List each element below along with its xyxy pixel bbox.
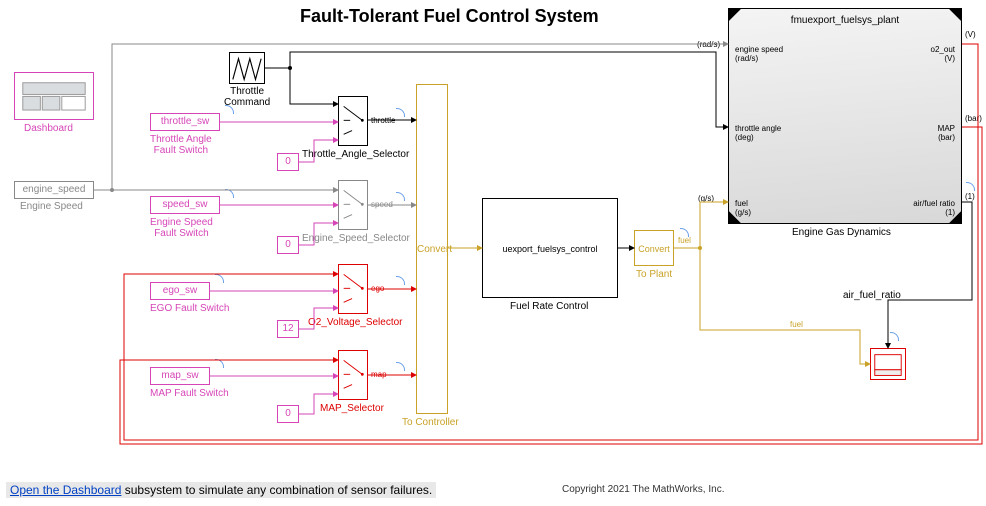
map-sw-block[interactable]: map_sw <box>150 367 210 385</box>
open-dashboard-link[interactable]: Open the Dashboard <box>10 483 121 497</box>
throttle-selector[interactable] <box>338 96 368 146</box>
throttle-sw-label: Throttle Angle Fault Switch <box>150 134 212 156</box>
afr-label: air_fuel_ratio <box>843 290 901 301</box>
o2-selector-label: O2_Voltage_Selector <box>308 317 403 328</box>
plant-p-right-0: o2_out(V) <box>931 45 955 63</box>
o2-selector[interactable] <box>338 264 368 314</box>
footer-rest: subsystem to simulate any combination of… <box>121 483 432 497</box>
speed-selector[interactable] <box>338 180 368 230</box>
plant-ext-left: (rad/s) <box>697 40 720 49</box>
map-selector-label: MAP_Selector <box>320 403 384 414</box>
to-plant-label: To Plant <box>636 269 672 280</box>
wifi-icon <box>680 228 689 237</box>
wifi-icon <box>396 276 405 285</box>
plant-p-left-0: engine speed(rad/s) <box>735 45 783 63</box>
plant-title: fmuexport_fuelsys_plant <box>729 15 961 26</box>
fuel-rate-control-label: Fuel Rate Control <box>510 301 588 312</box>
plant-ext-right-1: (bar) <box>965 114 982 123</box>
fuel-rate-control-block[interactable]: uexport_fuelsys_control <box>482 198 618 298</box>
plant-p-left-2: fuel(g/s) <box>735 199 751 217</box>
speed-sw-label: Engine Speed Fault Switch <box>150 217 213 239</box>
scope-block[interactable] <box>870 348 906 380</box>
const-0a[interactable]: 0 <box>277 153 299 171</box>
ego-sw-label: EGO Fault Switch <box>150 303 229 314</box>
wifi-icon <box>966 182 975 191</box>
plant-p-left-1: throttle angle(deg) <box>735 124 781 142</box>
plant-p-right-1: MAP(bar) <box>938 124 955 142</box>
plant-label: Engine Gas Dynamics <box>792 227 891 238</box>
wifi-icon <box>215 274 224 283</box>
diagram-title: Fault-Tolerant Fuel Control System <box>300 6 599 27</box>
map-sw-label: MAP Fault Switch <box>150 388 229 399</box>
to-controller-block[interactable]: Convert <box>416 84 448 414</box>
const-0c[interactable]: 0 <box>277 405 299 423</box>
map-selector[interactable] <box>338 350 368 400</box>
footer: Open the Dashboard subsystem to simulate… <box>6 482 436 498</box>
o2-selector-port: ego <box>371 284 384 293</box>
throttle-command-block[interactable] <box>229 52 265 84</box>
throttle-selector-port: throttle <box>371 116 395 125</box>
engine-speed-source-text: engine_speed <box>23 184 86 195</box>
wifi-icon <box>225 105 234 114</box>
map-selector-port: map <box>371 370 387 379</box>
copyright: Copyright 2021 The MathWorks, Inc. <box>562 484 725 495</box>
speed-selector-port: speed <box>371 200 393 209</box>
speed-selector-label: Engine_Speed_Selector <box>302 233 410 244</box>
dashboard-label: Dashboard <box>24 123 73 134</box>
plant-p-right-2: air/fuel ratio(1) <box>913 199 955 217</box>
wifi-icon <box>396 362 405 371</box>
wifi-icon <box>890 332 899 341</box>
fuel-sig-label: fuel <box>790 320 803 329</box>
to-plant-out: fuel <box>678 236 691 245</box>
const-12[interactable]: 12 <box>277 320 299 338</box>
plant-ext-right-0: (V) <box>965 30 976 39</box>
speed-sw-block[interactable]: speed_sw <box>150 196 220 214</box>
wifi-icon <box>396 108 405 117</box>
to-controller-label: To Controller <box>402 417 459 428</box>
plant-block[interactable]: fmuexport_fuelsys_plant engine speed(rad… <box>728 8 962 224</box>
wifi-icon <box>225 189 234 198</box>
wifi-icon <box>215 359 224 368</box>
throttle-sw-block[interactable]: throttle_sw <box>150 113 220 131</box>
dashboard-block[interactable] <box>14 72 94 120</box>
ego-sw-block[interactable]: ego_sw <box>150 282 210 300</box>
to-plant-block[interactable]: Convert <box>634 230 674 266</box>
const-0b[interactable]: 0 <box>277 236 299 254</box>
wifi-icon <box>396 192 405 201</box>
plant-ext-right-2: (1) <box>965 192 975 201</box>
plant-fuel-gs: (g/s) <box>698 194 714 203</box>
engine-speed-source[interactable]: engine_speed <box>14 181 94 199</box>
engine-speed-source-label: Engine Speed <box>20 201 83 212</box>
throttle-selector-label: Throttle_Angle_Selector <box>302 149 409 160</box>
